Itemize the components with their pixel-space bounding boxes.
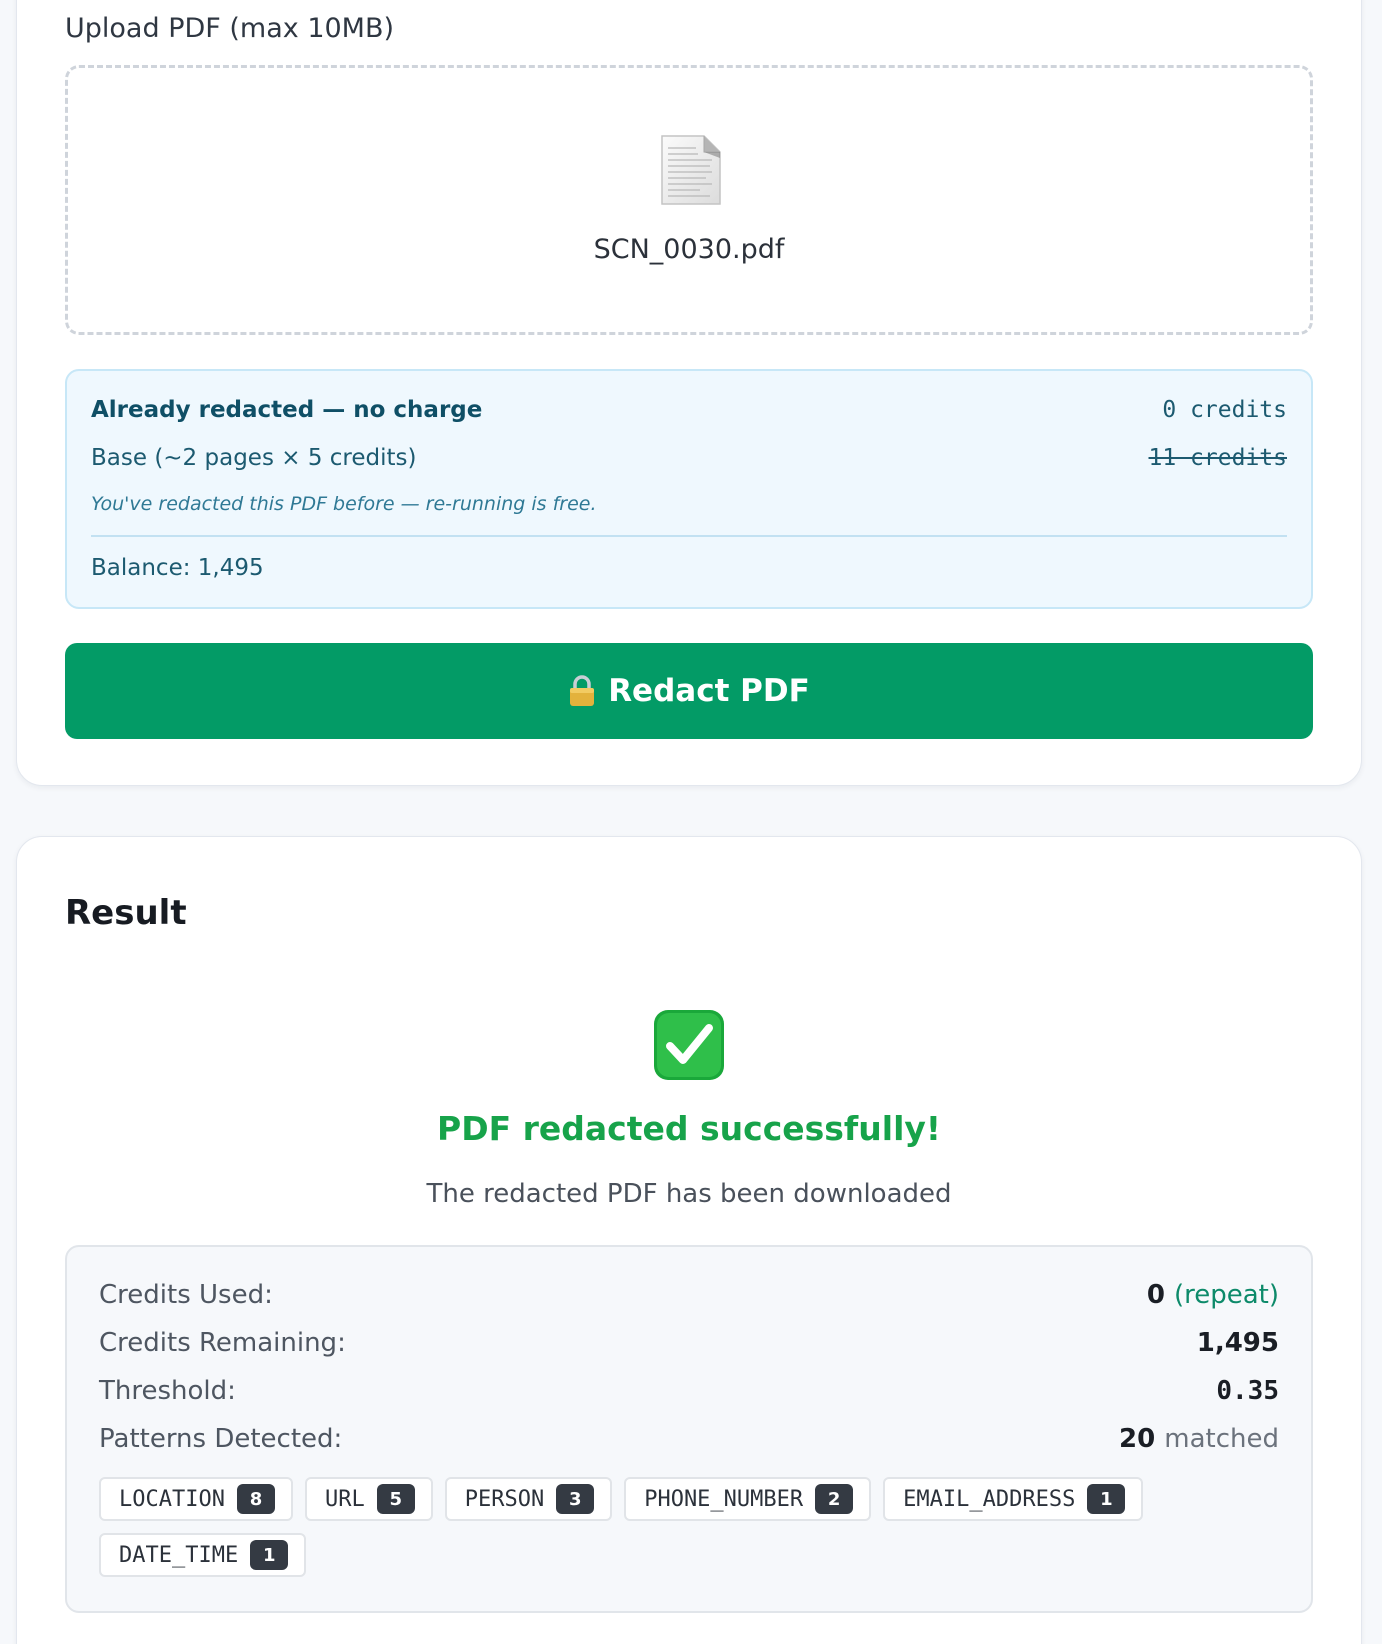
pdf-dropzone[interactable]: SCN_0030.pdf <box>65 65 1313 335</box>
redact-pdf-button-label: Redact PDF <box>608 673 810 709</box>
patterns-count: 20 <box>1119 1424 1156 1454</box>
success-message: PDF redacted successfully! <box>437 1109 941 1148</box>
credit-base-label: Base (~2 pages × 5 credits) <box>91 445 417 471</box>
credits-remaining-value: 1,495 <box>1196 1328 1279 1358</box>
upload-label: Upload PDF (max 10MB) <box>65 13 395 44</box>
credit-base-amount: 11 credits <box>1148 445 1287 471</box>
download-message: The redacted PDF has been downloaded <box>426 1179 952 1209</box>
pattern-chip: PERSON 3 <box>444 1477 613 1521</box>
stat-value: 20 matched <box>1119 1424 1279 1454</box>
result-title: Result <box>65 893 187 933</box>
stat-credits-remaining: Credits Remaining: 1,495 <box>99 1323 1279 1363</box>
result-stats: Credits Used: 0 (repeat) Credits Remaini… <box>65 1245 1313 1613</box>
stat-credits-used: Credits Used: 0 (repeat) <box>99 1275 1279 1315</box>
pattern-count-badge: 2 <box>815 1484 854 1514</box>
lock-icon <box>570 675 595 706</box>
patterns-suffix: matched <box>1164 1424 1279 1454</box>
file-name: SCN_0030.pdf <box>593 234 785 265</box>
credit-summary-title: Already redacted — no charge <box>91 397 483 423</box>
pattern-chips: LOCATION 8 URL 5 PERSON 3 PHONE_NUMBER 2… <box>99 1477 1289 1577</box>
pattern-name: DATE_TIME <box>119 1542 239 1568</box>
pattern-chip: PHONE_NUMBER 2 <box>624 1477 872 1521</box>
document-icon <box>661 135 721 205</box>
stat-label: Patterns Detected: <box>99 1424 343 1454</box>
credit-summary: Already redacted — no charge 0 credits B… <box>65 369 1313 609</box>
redact-pdf-button[interactable]: Redact PDF <box>65 643 1313 739</box>
check-mark-icon <box>654 1010 724 1080</box>
credit-summary-amount: 0 credits <box>1162 397 1287 423</box>
credit-summary-note: You've redacted this PDF before — re-run… <box>91 493 597 515</box>
stat-patterns-detected: Patterns Detected: 20 matched <box>99 1419 1279 1459</box>
pattern-count-badge: 1 <box>1087 1484 1126 1514</box>
stat-value: 0 (repeat) <box>1147 1280 1279 1310</box>
pattern-name: URL <box>324 1486 365 1512</box>
upload-card: Upload PDF (max 10MB) SCN_0030.pdf Alrea… <box>16 0 1362 786</box>
credit-balance: Balance: 1,495 <box>91 555 264 581</box>
pattern-chip: LOCATION 8 <box>99 1477 293 1521</box>
credits-used-value: 0 <box>1146 1280 1165 1310</box>
stat-threshold: Threshold: 0.35 <box>99 1371 1279 1411</box>
pattern-count-badge: 3 <box>556 1484 595 1514</box>
credits-used-note: (repeat) <box>1173 1280 1279 1310</box>
pattern-name: LOCATION <box>119 1486 225 1512</box>
pattern-chip: EMAIL_ADDRESS 1 <box>883 1477 1144 1521</box>
stat-label: Threshold: <box>99 1376 236 1406</box>
pattern-count-badge: 8 <box>236 1484 275 1514</box>
pattern-count-badge: 5 <box>376 1484 415 1514</box>
pattern-chip: DATE_TIME 1 <box>99 1533 307 1577</box>
stat-label: Credits Remaining: <box>99 1328 346 1358</box>
pattern-count-badge: 1 <box>250 1540 289 1570</box>
credit-summary-divider <box>91 535 1287 537</box>
result-card: Result PDF redacted successfully! The re… <box>16 836 1362 1644</box>
pattern-name: PHONE_NUMBER <box>644 1486 804 1512</box>
threshold-value: 0.35 <box>1216 1376 1279 1406</box>
pattern-name: PERSON <box>464 1486 545 1512</box>
pattern-name: EMAIL_ADDRESS <box>903 1486 1076 1512</box>
pattern-chip: URL 5 <box>304 1477 433 1521</box>
stat-label: Credits Used: <box>99 1280 273 1310</box>
